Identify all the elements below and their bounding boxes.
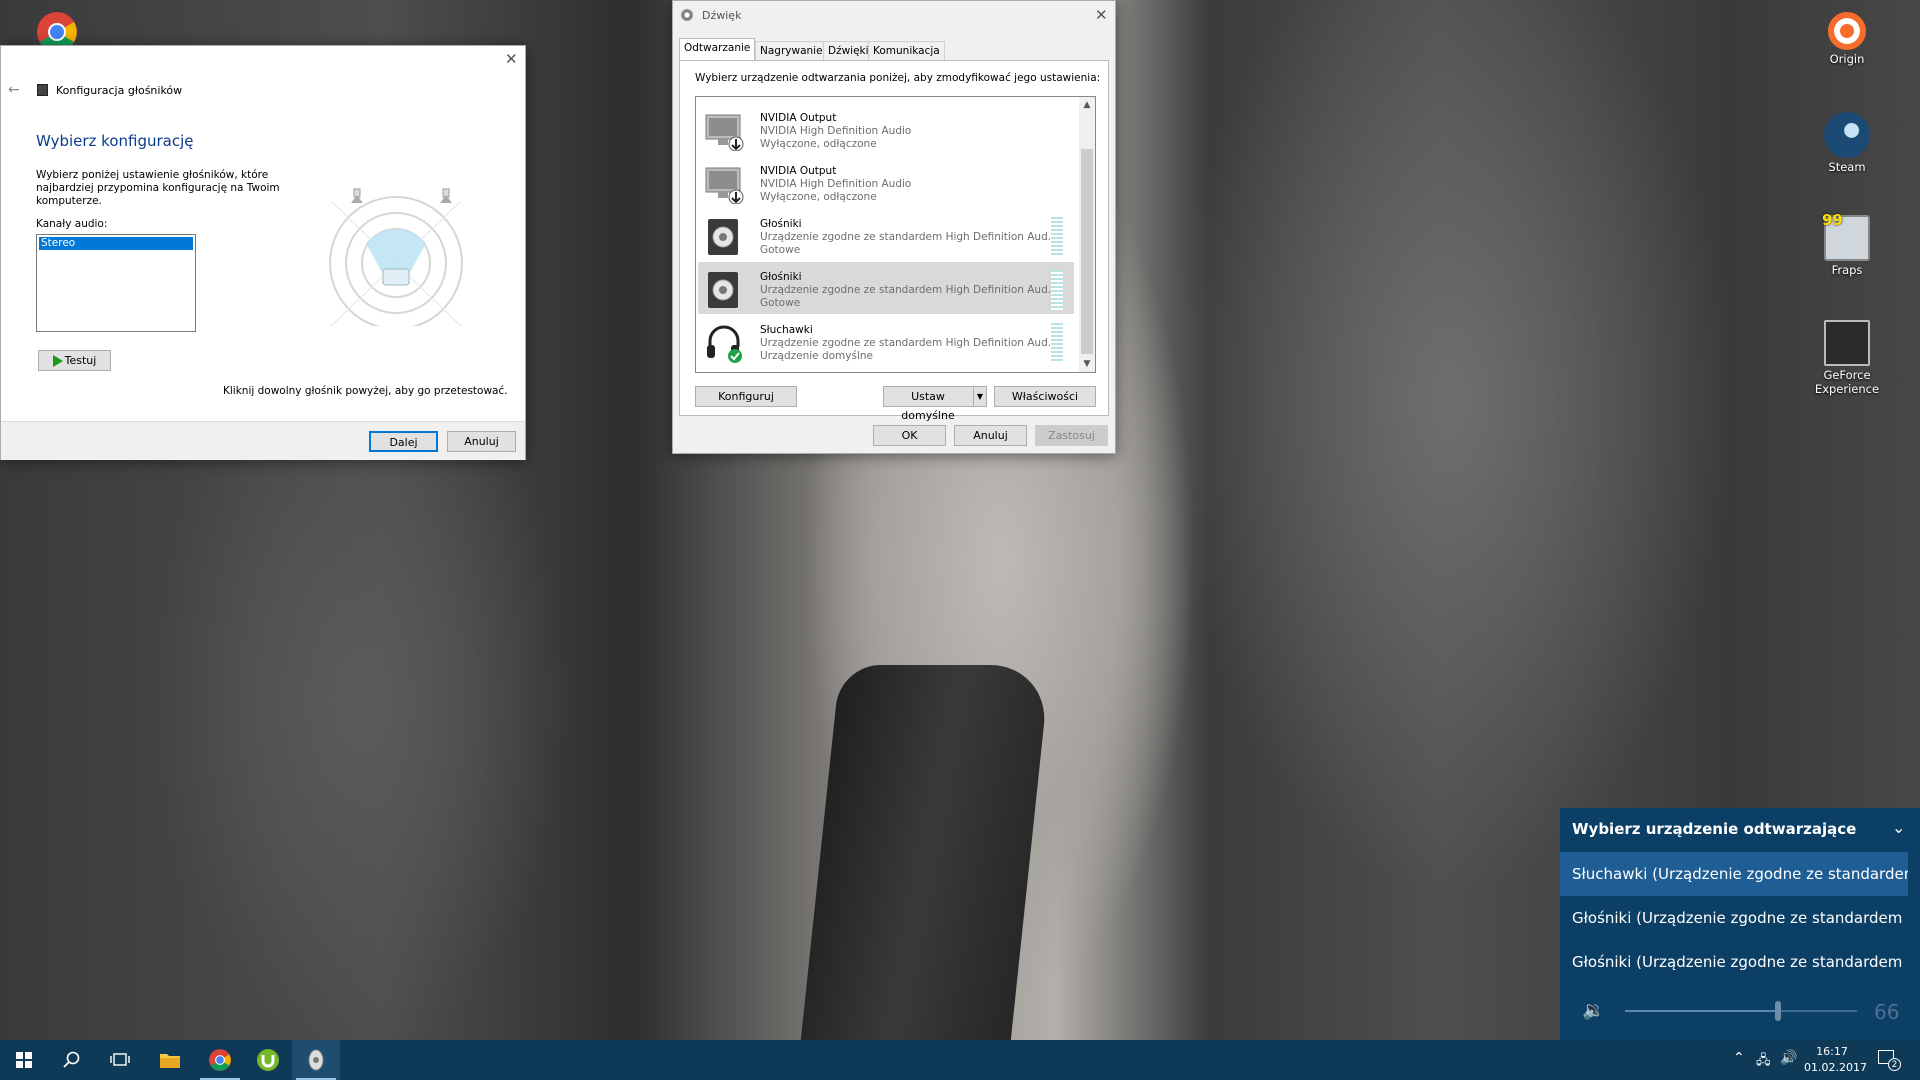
desktop-icon-geforce[interactable]: GeForce Experience xyxy=(1795,320,1899,396)
origin-icon xyxy=(1828,12,1866,50)
channel-option-stereo[interactable]: Stereo xyxy=(38,236,194,251)
task-view-icon[interactable] xyxy=(96,1040,144,1080)
flyout-title: Wybierz urządzenie odtwarzające xyxy=(1572,820,1857,838)
utorrent-icon[interactable] xyxy=(244,1040,292,1080)
volume-meter xyxy=(1051,217,1063,257)
search-icon[interactable] xyxy=(48,1040,96,1080)
sound-app-icon xyxy=(681,9,693,21)
speaker-icon xyxy=(708,219,738,255)
speaker-icon xyxy=(708,272,738,308)
action-center-icon[interactable]: 2 xyxy=(1878,1050,1901,1071)
flyout-device-speakers-1[interactable]: Głośniki (Urządzenie zgodne ze standarde… xyxy=(1560,896,1908,940)
list-item[interactable]: NVIDIA Output NVIDIA High Definition Aud… xyxy=(698,156,1074,208)
headphones-icon xyxy=(707,325,742,363)
chevron-down-icon[interactable]: ⌄ xyxy=(1892,818,1905,837)
tab-playback[interactable]: Odtwarzanie xyxy=(679,38,756,61)
volume-thumb[interactable] xyxy=(1775,1001,1781,1021)
instruction-text: Wybierz urządzenie odtwarzania poniżej, … xyxy=(695,72,1101,84)
scroll-up-icon[interactable]: ▲ xyxy=(1079,97,1095,113)
close-icon[interactable]: ✕ xyxy=(1095,8,1108,23)
set-default-button[interactable]: Ustaw domyślne ▼ xyxy=(883,386,987,422)
tab-communication[interactable]: Komunikacja xyxy=(868,41,945,61)
description-text: Wybierz poniżej ustawienie głośników, kt… xyxy=(36,169,280,207)
show-hidden-icons-chevron-icon[interactable]: ⌃ xyxy=(1733,1050,1745,1066)
speaker-settings-taskbar-icon[interactable] xyxy=(292,1040,340,1080)
list-item[interactable]: Głośniki Urządzenie zgodne ze standardem… xyxy=(698,209,1074,261)
cancel-button[interactable]: Anuluj xyxy=(447,431,516,452)
volume-meter xyxy=(1051,270,1063,310)
geforce-icon xyxy=(1824,320,1870,366)
device-list[interactable]: NVIDIA Output NVIDIA High Definition Aud… xyxy=(695,96,1096,373)
volume-icon[interactable]: 🔉 xyxy=(1582,1000,1604,1021)
page-heading: Wybierz konfigurację xyxy=(36,132,194,150)
list-item[interactable]: Słuchawki Urządzenie zgodne ze standarde… xyxy=(698,315,1074,367)
scroll-down-icon[interactable]: ▼ xyxy=(1079,356,1095,372)
monitor-icon xyxy=(705,167,744,204)
properties-button[interactable]: Właściwości xyxy=(994,386,1096,407)
scrollbar[interactable]: ▲ ▼ xyxy=(1079,97,1095,372)
clock-time: 16:17 xyxy=(1816,1045,1848,1058)
volume-slider[interactable] xyxy=(1625,1001,1857,1021)
list-item[interactable]: NVIDIA Output NVIDIA High Definition Aud… xyxy=(698,103,1074,155)
flyout-device-speakers-2[interactable]: Głośniki (Urządzenie zgodne ze standarde… xyxy=(1560,940,1908,984)
clock-date: 01.02.2017 xyxy=(1804,1061,1867,1074)
network-icon[interactable]: 🖧 xyxy=(1756,1051,1771,1073)
desktop-icon-fraps[interactable]: 99 Fraps xyxy=(1802,211,1892,277)
chrome-taskbar-icon[interactable] xyxy=(196,1040,244,1080)
hint-text: Kliknij dowolny głośnik powyżej, aby go … xyxy=(223,385,508,397)
dropdown-arrow-icon[interactable]: ▼ xyxy=(973,387,986,406)
tab-sounds[interactable]: Dźwięki xyxy=(823,41,874,61)
sound-window: Dźwięk ✕ Odtwarzanie Nagrywanie Dźwięki … xyxy=(672,0,1116,454)
speaker-diagram[interactable] xyxy=(311,181,481,326)
windows-icon xyxy=(16,1052,32,1068)
monitor-icon xyxy=(705,114,744,151)
volume-value: 66 xyxy=(1874,1000,1900,1024)
speaker-config-window: ← Konfiguracja głośników ✕ Wybierz konfi… xyxy=(0,45,526,460)
ok-button[interactable]: OK xyxy=(873,425,946,446)
file-explorer-icon[interactable] xyxy=(146,1040,194,1080)
channels-label: Kanały audio: xyxy=(36,218,108,230)
cancel-button[interactable]: Anuluj xyxy=(954,425,1027,446)
clock[interactable]: 16:17 01.02.2017 xyxy=(1804,1044,1867,1076)
wallpaper-rock xyxy=(799,665,1051,1050)
window-title: Konfiguracja głośników xyxy=(56,84,183,97)
flyout-device-headphones[interactable]: Słuchawki (Urządzenie zgodne ze standard… xyxy=(1560,852,1908,896)
scroll-thumb[interactable] xyxy=(1081,149,1093,354)
audio-device-flyout: Wybierz urządzenie odtwarzające ⌄ Słucha… xyxy=(1560,808,1920,1040)
desktop-icon-origin[interactable]: Origin xyxy=(1802,12,1892,66)
test-button[interactable]: Testuj xyxy=(38,350,111,371)
window-title: Dźwięk xyxy=(702,9,742,22)
configure-button[interactable]: Konfiguruj xyxy=(695,386,797,407)
play-icon xyxy=(52,355,63,367)
fraps-icon: 99 xyxy=(1822,211,1870,261)
next-button[interactable]: Dalej xyxy=(369,431,438,452)
volume-tray-icon[interactable]: 🔊 xyxy=(1780,1050,1797,1066)
playback-panel: Wybierz urządzenie odtwarzania poniżej, … xyxy=(679,60,1109,422)
start-button[interactable] xyxy=(0,1040,48,1080)
back-arrow-icon[interactable]: ← xyxy=(8,82,20,98)
notification-count-badge: 2 xyxy=(1888,1058,1901,1071)
taskbar: ⌃ 🖧 🔊 16:17 01.02.2017 2 xyxy=(0,1040,1920,1080)
apply-button[interactable]: Zastosuj xyxy=(1035,425,1108,446)
close-icon[interactable]: ✕ xyxy=(505,52,518,67)
channels-listbox[interactable]: Stereo xyxy=(36,234,196,332)
list-item[interactable]: Głośniki Urządzenie zgodne ze standardem… xyxy=(698,262,1074,314)
volume-meter xyxy=(1051,323,1063,363)
speaker-small-icon xyxy=(37,84,48,96)
steam-icon xyxy=(1824,112,1870,158)
chrome-desktop-icon[interactable] xyxy=(35,10,79,52)
desktop-icon-steam[interactable]: Steam xyxy=(1802,112,1892,174)
tab-recording[interactable]: Nagrywanie xyxy=(755,41,828,61)
dialog-footer: Dalej Anuluj xyxy=(1,421,525,460)
